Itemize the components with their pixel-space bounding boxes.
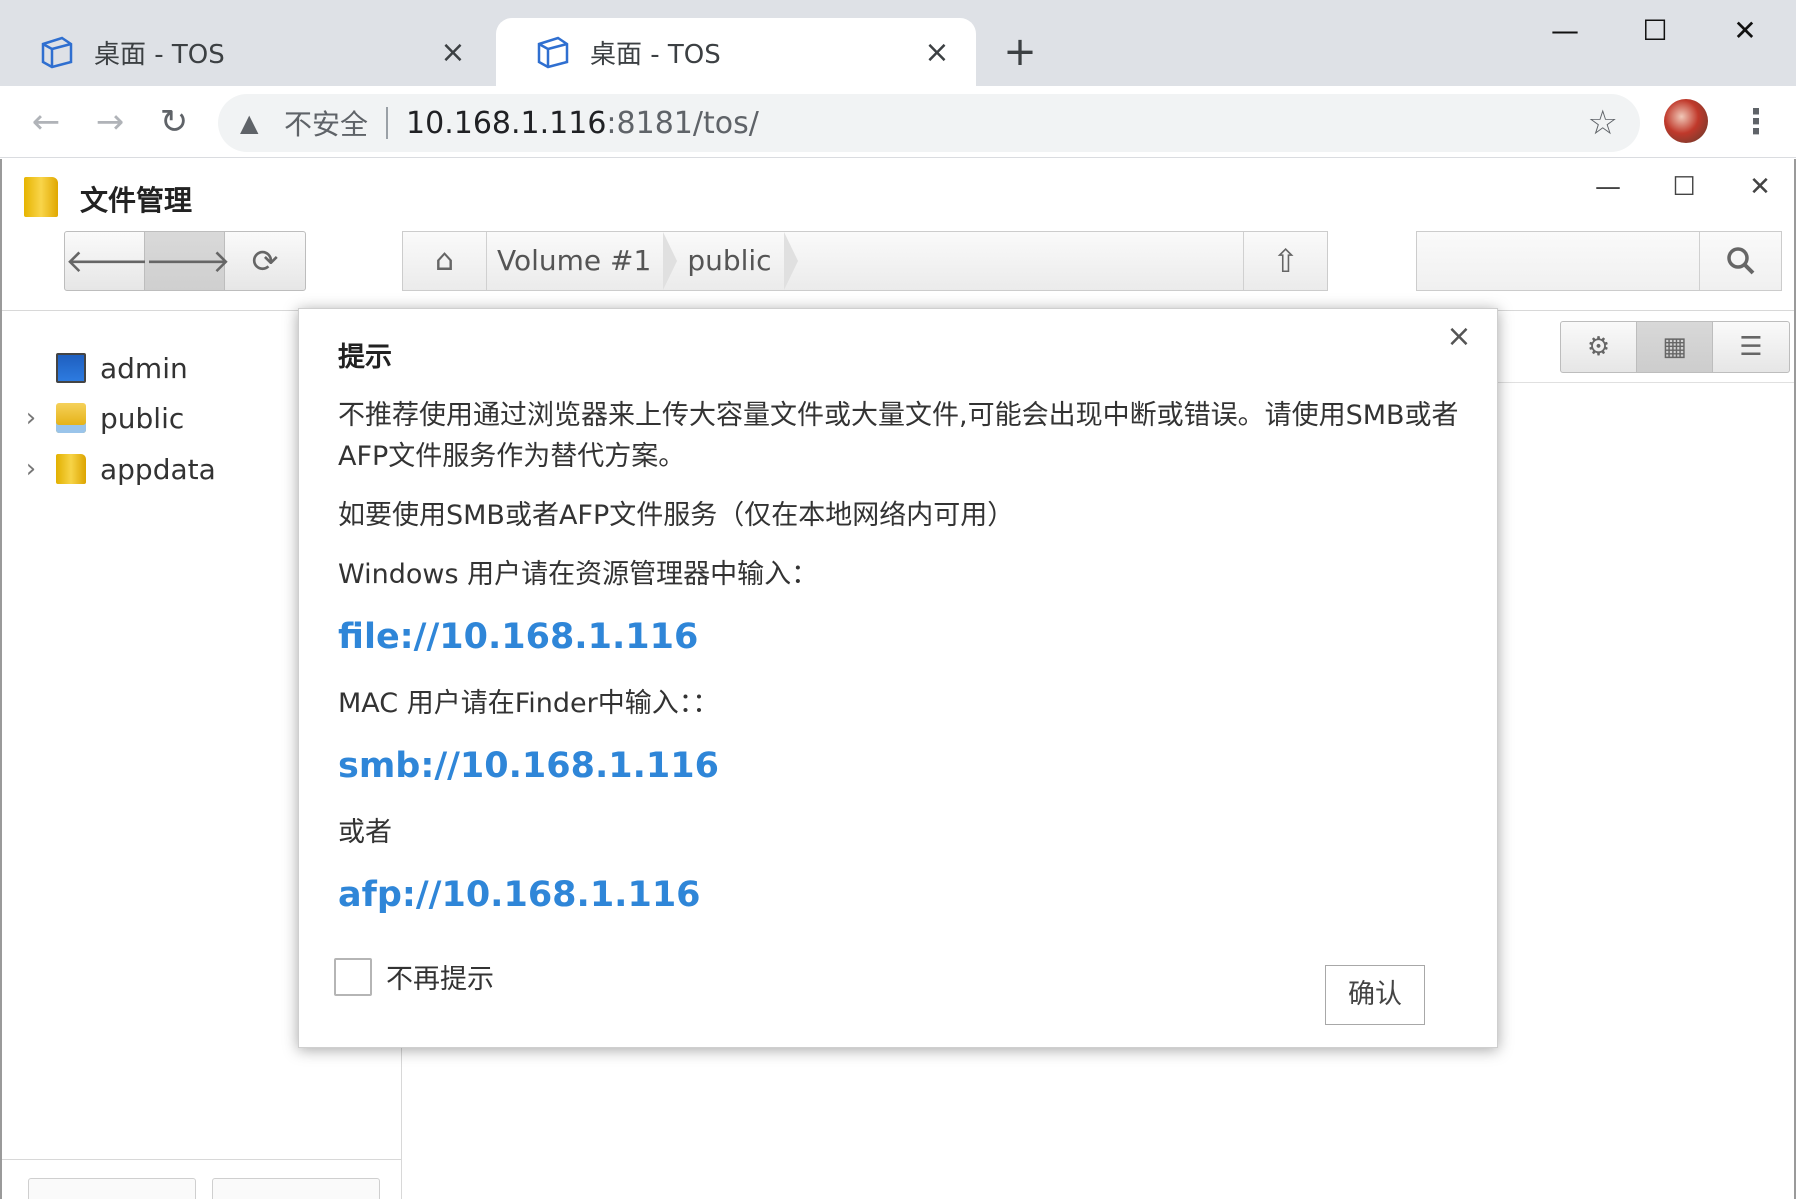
- back-button[interactable]: ←: [20, 96, 72, 148]
- dont-show-again-checkbox[interactable]: [334, 957, 372, 996]
- browser-tabstrip: 桌面 - TOS × 桌面 - TOS × + — ☐ ✕: [0, 0, 1796, 86]
- list-view-icon[interactable]: ☰: [1713, 322, 1789, 372]
- smb-link[interactable]: smb://10.168.1.116: [338, 742, 1468, 790]
- app-minimize-button[interactable]: —: [1578, 167, 1638, 207]
- sidebar-item-label: appdata: [100, 452, 216, 486]
- url-host: 10.168.1.116: [406, 105, 607, 141]
- search-icon[interactable]: [1699, 232, 1781, 290]
- view-mode-group: ⚙ ▦ ☰: [1560, 321, 1790, 373]
- tos-logo-icon: [537, 36, 569, 69]
- browser-menu-icon[interactable]: ⋮: [1736, 96, 1776, 148]
- windows-file-link[interactable]: file://10.168.1.116: [338, 613, 1468, 661]
- browser-tab[interactable]: 桌面 - TOS ×: [0, 18, 492, 86]
- new-tab-button[interactable]: +: [1000, 30, 1040, 74]
- dialog-smb-afp-text: 如要使用SMB或者AFP文件服务（仅在本地网络内可用）: [338, 500, 1015, 531]
- dialog-warning-text: 不推荐使用通过浏览器来上传大容量文件或大量文件,可能会出现中断或错误。请使用SM…: [338, 400, 1459, 472]
- chevron-right-icon[interactable]: ›: [16, 403, 46, 433]
- browser-toolbar: ← → ↻ ▲ 不安全 10.168.1.116 :8181/tos/ ☆ ⋮: [0, 86, 1796, 158]
- window-minimize-button[interactable]: —: [1520, 6, 1610, 56]
- breadcrumb-item[interactable]: Volume #1: [487, 232, 678, 290]
- window-maximize-button[interactable]: ☐: [1610, 6, 1700, 56]
- app-maximize-button[interactable]: ☐: [1654, 167, 1714, 207]
- reload-button[interactable]: ↻: [148, 96, 200, 148]
- app-back-button[interactable]: 🡐: [65, 232, 151, 290]
- forward-button[interactable]: →: [84, 96, 136, 148]
- dialog-title: 提示: [338, 342, 392, 373]
- breadcrumb-item[interactable]: public: [677, 232, 798, 290]
- or-text: 或者: [338, 817, 392, 848]
- mac-hint-text: MAC 用户请在Finder中输入：：: [338, 688, 720, 719]
- warning-icon: ▲: [240, 109, 259, 137]
- app-header: 文件管理 — ☐ ✕ 🡐 🡒 ⟳ ⌂ Volume #1 public ⇧: [2, 159, 1794, 311]
- tab-close-icon[interactable]: ×: [922, 35, 952, 70]
- app-forward-button[interactable]: 🡒: [145, 232, 231, 290]
- breadcrumb: ⌂ Volume #1 public ⇧: [402, 231, 1328, 291]
- url-path: :8181/tos/: [606, 105, 759, 141]
- history-button-group: 🡐 🡒 ⟳: [64, 231, 306, 291]
- grid-view-icon[interactable]: ▦: [1637, 322, 1713, 372]
- confirm-button[interactable]: 确认: [1325, 965, 1425, 1025]
- search-input[interactable]: [1417, 232, 1699, 290]
- upload-icon[interactable]: ⇧: [1243, 232, 1327, 290]
- browser-tab-active[interactable]: 桌面 - TOS ×: [496, 18, 976, 86]
- windows-hint-text: Windows 用户请在资源管理器中输入：: [338, 559, 819, 590]
- app-title: 文件管理: [80, 184, 193, 217]
- home-icon[interactable]: ⌂: [403, 232, 487, 290]
- sidebar-footer-button[interactable]: [28, 1178, 196, 1199]
- shared-folder-icon: [56, 403, 86, 433]
- security-label[interactable]: 不安全: [284, 103, 368, 143]
- app-refresh-button[interactable]: ⟳: [225, 232, 305, 290]
- dont-show-again-label[interactable]: 不再提示: [386, 957, 494, 996]
- search-box: [1416, 231, 1782, 291]
- sidebar-item-label: public: [100, 401, 185, 435]
- tos-logo-icon: [41, 36, 73, 69]
- tab-close-icon[interactable]: ×: [438, 35, 468, 70]
- profile-avatar[interactable]: [1664, 99, 1708, 143]
- dialog-body: 不推荐使用通过浏览器来上传大容量文件或大量文件,可能会出现中断或错误。请使用SM…: [338, 395, 1468, 941]
- address-bar[interactable]: ▲ 不安全 10.168.1.116 :8181/tos/ ☆: [218, 94, 1640, 152]
- window-close-button[interactable]: ✕: [1700, 6, 1790, 56]
- afp-link[interactable]: afp://10.168.1.116: [338, 871, 1468, 919]
- upload-tip-dialog: × 提示 不推荐使用通过浏览器来上传大容量文件或大量文件,可能会出现中断或错误。…: [298, 308, 1498, 1048]
- tab-title: 桌面 - TOS: [590, 39, 721, 70]
- sidebar-item-label: admin: [100, 351, 188, 385]
- settings-gear-icon[interactable]: ⚙: [1561, 322, 1637, 372]
- sidebar-footer: [2, 1159, 401, 1199]
- chevron-right-icon[interactable]: ›: [16, 454, 46, 484]
- dont-show-again[interactable]: 不再提示: [334, 957, 494, 996]
- folder-icon: [56, 454, 86, 484]
- dialog-close-icon[interactable]: ×: [1441, 319, 1477, 355]
- folder-app-icon: [24, 177, 58, 217]
- app-close-button[interactable]: ✕: [1730, 167, 1790, 207]
- computer-icon: [56, 353, 86, 383]
- omnibox-separator: [386, 107, 389, 139]
- bookmark-star-icon[interactable]: ☆: [1588, 103, 1618, 143]
- tab-title: 桌面 - TOS: [94, 39, 225, 70]
- sidebar-footer-button[interactable]: [212, 1178, 380, 1199]
